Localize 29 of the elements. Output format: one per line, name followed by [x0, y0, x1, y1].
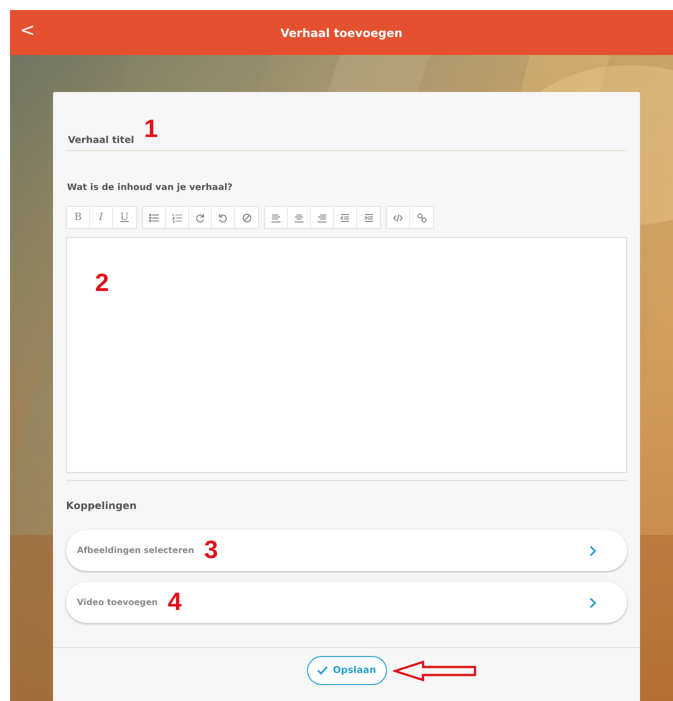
checkmark-icon [316, 666, 328, 675]
link-label: Video toevoegen [77, 598, 158, 608]
outdent-icon [340, 212, 350, 222]
link-label: Afbeeldingen selecteren [77, 546, 194, 556]
annotation-number: 3 [204, 538, 218, 563]
indent-icon [364, 212, 374, 222]
align-right-icon [317, 212, 327, 222]
link-row[interactable]: Video toevoegen 4 [66, 582, 627, 623]
redo-icon [195, 212, 205, 222]
link-icon [416, 212, 426, 222]
save-button[interactable]: Opslaan [306, 656, 386, 685]
numbered-list-icon [172, 212, 182, 222]
annotation-number: 2 [95, 271, 109, 296]
code-icon [393, 212, 403, 222]
back-button[interactable]: < [14, 18, 42, 43]
chevron-right-icon [589, 596, 597, 608]
bullet-list-icon [149, 212, 159, 222]
page-title: Verhaal toevoegen [280, 26, 402, 40]
align-center-icon [294, 212, 304, 222]
annotation-number: 1 [144, 117, 158, 142]
undo-icon [218, 212, 228, 222]
link-row[interactable]: Afbeeldingen selecteren 3 [66, 530, 627, 571]
section-heading: Koppelingen [66, 501, 138, 512]
chevron-right-icon [589, 544, 597, 556]
align-left-icon [271, 212, 281, 222]
field-label: Wat is de inhoud van je verhaal? [66, 183, 234, 193]
text-editor[interactable]: 2 [66, 237, 627, 473]
clear-icon [242, 212, 252, 222]
annotation-number: 4 [168, 590, 182, 615]
